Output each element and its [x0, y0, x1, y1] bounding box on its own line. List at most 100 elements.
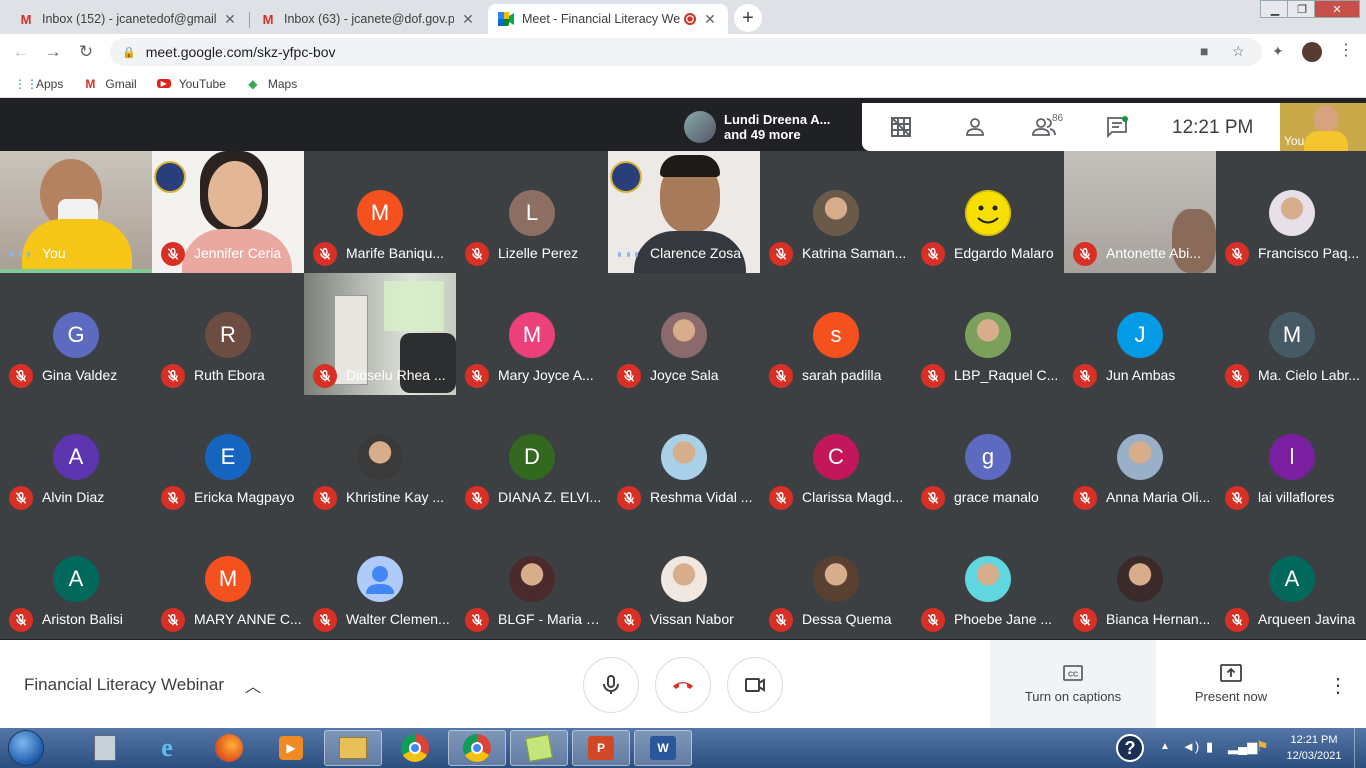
participant-tile[interactable]: A Alvin Diaz [0, 395, 152, 517]
tab-gmail-work[interactable]: M Inbox (63) - jcanete@dof.gov.ph ✕ [250, 4, 486, 34]
profile-avatar[interactable] [1302, 42, 1322, 62]
participant-tile[interactable]: BLGF - Maria E... [456, 517, 608, 639]
participant-tile[interactable]: D DIANA Z. ELVI... [456, 395, 608, 517]
participant-tile[interactable]: LBP_Raquel C... [912, 273, 1064, 395]
chrome-menu-icon[interactable]: ⋮ [1338, 40, 1354, 60]
participant-tile[interactable]: Francisco Paq... [1216, 151, 1366, 273]
participant-tile[interactable]: Dessa Quema [760, 517, 912, 639]
present-now-button[interactable]: Present now [1170, 689, 1292, 704]
participant-tile[interactable]: A Arqueen Javina [1216, 517, 1366, 639]
bookmark-apps[interactable]: ⋮⋮ Apps [14, 77, 63, 91]
participant-avatar: R [205, 312, 251, 358]
media-player-icon[interactable]: ▶ [262, 730, 320, 766]
participant-tile[interactable]: You [0, 151, 152, 273]
participant-tile[interactable]: Katrina Saman... [760, 151, 912, 273]
participant-tile[interactable]: L Lizelle Perez [456, 151, 608, 273]
pin-person-icon[interactable] [964, 116, 986, 144]
participant-tile[interactable]: Walter Clemen... [304, 517, 456, 639]
camera-icon[interactable]: ■ [1200, 43, 1208, 59]
participant-tile[interactable]: g grace manalo [912, 395, 1064, 517]
self-view-tile[interactable]: You [1280, 103, 1366, 151]
microphone-button[interactable] [583, 657, 639, 713]
firefox-icon[interactable] [200, 730, 258, 766]
participant-tile[interactable]: Joyce Sala [608, 273, 760, 395]
participant-tile[interactable]: Clarence Zosa [608, 151, 760, 273]
word-icon[interactable]: W [634, 730, 692, 766]
participant-name: Francisco Paq... [1258, 245, 1360, 261]
forward-button[interactable]: → [42, 41, 64, 63]
chrome-icon[interactable] [386, 730, 444, 766]
more-options-icon[interactable]: ⋮ [1328, 673, 1348, 698]
mic-off-icon [617, 486, 641, 510]
taskbar-time[interactable]: 12:21 PM [1284, 734, 1344, 746]
participant-tile[interactable]: G Gina Valdez [0, 273, 152, 395]
reload-button[interactable]: ↻ [75, 41, 97, 63]
participant-avatar: A [1269, 556, 1315, 602]
signal-icon[interactable]: ▂▄▆ [1228, 739, 1257, 755]
tray-expand-icon[interactable]: ▲ [1160, 741, 1170, 752]
chrome-profile-icon[interactable] [448, 730, 506, 766]
participant-tile[interactable]: Antonette Abi... [1064, 151, 1216, 273]
bookmark-gmail[interactable]: M Gmail [83, 77, 136, 91]
power-icon[interactable]: ▮ [1206, 739, 1213, 755]
notification-flag-icon[interactable]: ⚑ [1256, 738, 1269, 755]
tab-gmail-personal[interactable]: M Inbox (152) - jcanetedof@gmail.c ✕ [8, 4, 248, 34]
tile-layout-icon[interactable] [890, 116, 912, 144]
participant-tile[interactable]: Bianca Hernan... [1064, 517, 1216, 639]
tab-meet[interactable]: Meet - Financial Literacy We ✕ [488, 4, 728, 34]
present-screen-icon[interactable] [1220, 662, 1242, 684]
volume-icon[interactable]: ◄) [1182, 739, 1199, 754]
camera-button[interactable] [727, 657, 783, 713]
close-icon[interactable]: ✕ [222, 11, 238, 28]
participant-tile[interactable]: A Ariston Balisi [0, 517, 152, 639]
calculator-icon[interactable] [76, 730, 134, 766]
participant-tile[interactable]: M Marife Baniqu... [304, 151, 456, 273]
extensions-icon[interactable]: ✦ [1272, 43, 1284, 60]
minimize-button[interactable]: ▁ [1260, 0, 1290, 18]
show-desktop-button[interactable] [1354, 728, 1366, 768]
participant-tile[interactable]: E Ericka Magpayo [152, 395, 304, 517]
mic-off-icon [1225, 242, 1249, 266]
file-explorer-icon[interactable] [324, 730, 382, 766]
participant-tile[interactable]: s sarah padilla [760, 273, 912, 395]
taskbar-date[interactable]: 12/03/2021 [1280, 750, 1348, 762]
participant-tile[interactable]: Jennifer Ceria [152, 151, 304, 273]
participant-tile[interactable]: M MARY ANNE C... [152, 517, 304, 639]
new-tab-button[interactable]: + [734, 4, 762, 32]
powerpoint-icon[interactable]: P [572, 730, 630, 766]
participant-tile[interactable]: C Clarissa Magd... [760, 395, 912, 517]
chat-icon[interactable] [1106, 116, 1128, 144]
participant-tile[interactable]: J Jun Ambas [1064, 273, 1216, 395]
captions-button[interactable]: CC Turn on captions [990, 640, 1156, 728]
address-bar[interactable]: 🔒 meet.google.com/skz-yfpc-bov [110, 38, 1262, 66]
hang-up-button[interactable] [655, 657, 711, 713]
meeting-name[interactable]: Financial Literacy Webinar [24, 675, 224, 695]
participant-tile[interactable]: M Mary Joyce A... [456, 273, 608, 395]
participant-tile[interactable]: l lai villaflores [1216, 395, 1366, 517]
close-icon[interactable]: ✕ [702, 11, 718, 28]
back-button[interactable]: ← [10, 41, 32, 63]
participant-name: Anna Maria Oli... [1106, 489, 1211, 505]
participant-tile[interactable]: Reshma Vidal ... [608, 395, 760, 517]
participant-tile[interactable]: R Ruth Ebora [152, 273, 304, 395]
internet-explorer-icon[interactable]: e [138, 730, 196, 766]
maximize-button[interactable]: ❐ [1287, 0, 1317, 18]
participant-tile[interactable]: Edgardo Malaro [912, 151, 1064, 273]
participant-tile[interactable]: M Ma. Cielo Labr... [1216, 273, 1366, 395]
sticky-notes-icon[interactable] [510, 730, 568, 766]
help-icon[interactable]: ? [1116, 734, 1144, 762]
participant-tile[interactable]: Khristine Kay ... [304, 395, 456, 517]
participant-tile[interactable]: Phoebe Jane ... [912, 517, 1064, 639]
participant-avatar: G [53, 312, 99, 358]
presenter-indicator[interactable]: Lundi Dreena A... and 49 more [676, 103, 862, 151]
start-button[interactable] [8, 730, 44, 766]
close-icon[interactable]: ✕ [460, 11, 476, 28]
bookmark-maps[interactable]: ◆ Maps [246, 77, 297, 91]
participant-tile[interactable]: Dioselu Rhea ... [304, 273, 456, 395]
chevron-up-icon[interactable]: ︿ [245, 673, 261, 697]
star-icon[interactable]: ☆ [1232, 43, 1245, 60]
close-window-button[interactable]: ✕ [1314, 0, 1360, 18]
bookmark-youtube[interactable]: ▶ YouTube [156, 77, 226, 91]
participant-tile[interactable]: Vissan Nabor [608, 517, 760, 639]
participant-tile[interactable]: Anna Maria Oli... [1064, 395, 1216, 517]
